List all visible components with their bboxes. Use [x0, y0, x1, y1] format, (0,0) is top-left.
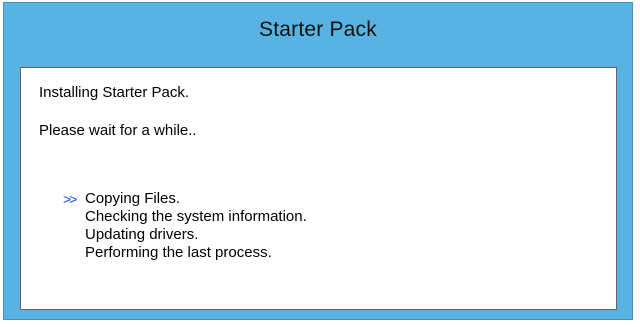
wait-message: Please wait for a while..	[39, 122, 197, 139]
step-list: >> Copying Files. Checking the system in…	[63, 190, 307, 262]
installer-window: Starter Pack Installing Starter Pack. Pl…	[3, 2, 633, 320]
content-panel: Installing Starter Pack. Please wait for…	[20, 67, 617, 310]
current-step-arrow-icon: >>	[63, 191, 77, 207]
step-item-updating-drivers: Updating drivers.	[63, 226, 307, 244]
step-item-last-process: Performing the last process.	[63, 244, 307, 262]
step-label: Copying Files.	[85, 190, 181, 207]
step-item-checking-system: Checking the system information.	[63, 208, 307, 226]
step-item-copying-files: >> Copying Files.	[63, 190, 307, 208]
window-title: Starter Pack	[259, 18, 377, 41]
step-label: Checking the system information.	[85, 208, 307, 225]
step-label: Performing the last process.	[85, 244, 272, 261]
installing-message: Installing Starter Pack.	[39, 84, 190, 101]
step-label: Updating drivers.	[85, 226, 199, 243]
